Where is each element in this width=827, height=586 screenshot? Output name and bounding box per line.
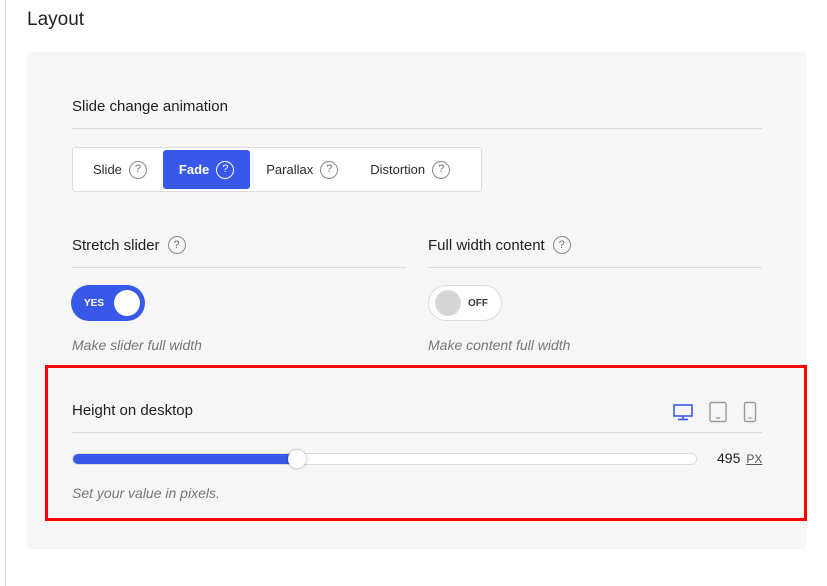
- animation-option-distortion[interactable]: Distortion ?: [354, 150, 466, 189]
- toggle-knob: [114, 290, 140, 316]
- stretch-slider-toggle[interactable]: YES: [71, 285, 145, 321]
- animation-label: Slide change animation: [72, 98, 228, 115]
- toggle-label: OFF: [468, 297, 488, 309]
- left-border: [5, 0, 6, 586]
- stretch-hint: Make slider full width: [72, 337, 202, 353]
- option-label: Parallax: [266, 162, 314, 177]
- animation-divider: [72, 128, 762, 129]
- help-icon[interactable]: ?: [128, 160, 147, 179]
- option-label: Distortion: [370, 162, 426, 177]
- section-title: Layout: [27, 9, 85, 30]
- animation-label-text: Slide change animation: [72, 98, 228, 115]
- highlight-box: [45, 365, 807, 521]
- animation-segmented-control: Slide ? Fade ? Parallax ? Distortion ?: [72, 147, 482, 192]
- full-width-hint: Make content full width: [428, 337, 571, 353]
- animation-option-parallax[interactable]: Parallax ?: [250, 150, 354, 189]
- animation-option-fade[interactable]: Fade ?: [162, 150, 251, 189]
- toggle-label: YES: [84, 297, 105, 309]
- stretch-divider: [72, 267, 406, 268]
- help-icon[interactable]: ?: [552, 236, 571, 254]
- help-icon[interactable]: ?: [167, 236, 186, 254]
- stretch-slider-label: Stretch slider ?: [72, 236, 186, 254]
- help-icon[interactable]: ?: [216, 160, 235, 179]
- toggle-knob: [435, 290, 461, 316]
- option-label: Fade: [178, 162, 210, 177]
- stretch-label-text: Stretch slider: [72, 236, 160, 254]
- help-icon[interactable]: ?: [432, 160, 451, 179]
- full-width-divider: [428, 267, 762, 268]
- help-icon[interactable]: ?: [320, 160, 339, 179]
- animation-option-slide[interactable]: Slide ?: [77, 150, 163, 189]
- full-width-label: Full width content ?: [428, 236, 571, 254]
- full-width-toggle[interactable]: OFF: [428, 285, 502, 321]
- option-label: Slide: [93, 162, 122, 177]
- full-width-label-text: Full width content: [428, 236, 545, 254]
